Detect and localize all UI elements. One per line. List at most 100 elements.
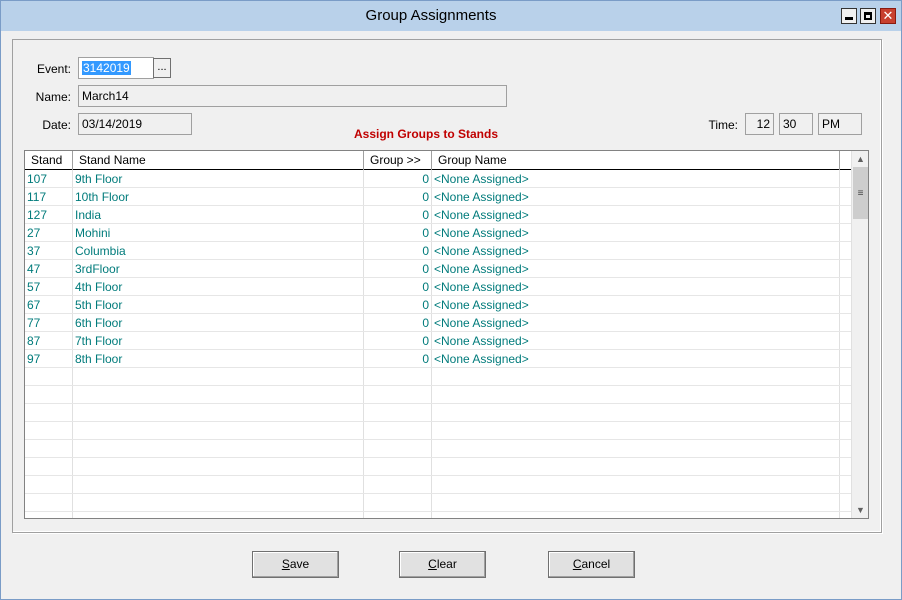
stand-cell: 107	[27, 172, 48, 186]
scroll-up-icon[interactable]: ▲	[852, 151, 868, 167]
table-row[interactable]: 97 8th Floor 0 <None Assigned>	[25, 350, 851, 368]
cancel-label: ancel	[581, 557, 611, 571]
table-row[interactable]: 27 Mohini 0 <None Assigned>	[25, 224, 851, 242]
group-cell: 0	[422, 226, 429, 240]
group-name-cell: <None Assigned>	[434, 316, 529, 330]
table-row	[25, 440, 851, 458]
minimize-icon	[845, 17, 853, 20]
group-cell: 0	[422, 298, 429, 312]
table-row[interactable]: 127 India 0 <None Assigned>	[25, 206, 851, 224]
name-label: Name:	[35, 90, 71, 104]
scroll-thumb[interactable]: ≡	[853, 167, 868, 219]
column-header-group-name[interactable]: Group Name	[432, 151, 840, 170]
stand-name-cell: 3rdFloor	[75, 262, 120, 276]
clear-button[interactable]: Clear	[399, 551, 486, 578]
stand-cell: 27	[27, 226, 41, 240]
table-row[interactable]: 87 7th Floor 0 <None Assigned>	[25, 332, 851, 350]
close-icon: ✕	[882, 8, 894, 23]
table-row[interactable]: 77 6th Floor 0 <None Assigned>	[25, 314, 851, 332]
stand-cell: 97	[27, 352, 41, 366]
table-row[interactable]: 67 5th Floor 0 <None Assigned>	[25, 296, 851, 314]
grid-header: Stand Stand Name Group >> Group Name	[25, 151, 851, 170]
minimize-button[interactable]	[841, 8, 857, 24]
group-name-cell: <None Assigned>	[434, 208, 529, 222]
table-row	[25, 422, 851, 440]
stand-name-cell: 10th Floor	[75, 190, 130, 204]
group-cell: 0	[422, 244, 429, 258]
stand-name-cell: 8th Floor	[75, 352, 123, 366]
stand-name-cell: Columbia	[75, 244, 126, 258]
stand-cell: 67	[27, 298, 41, 312]
group-name-cell: <None Assigned>	[434, 298, 529, 312]
time-ampm-field[interactable]: PM	[818, 113, 862, 135]
date-field[interactable]: 03/14/2019	[78, 113, 192, 135]
table-row[interactable]: 57 4th Floor 0 <None Assigned>	[25, 278, 851, 296]
group-name-cell: <None Assigned>	[434, 190, 529, 204]
date-label: Date:	[42, 118, 71, 132]
event-browse-button[interactable]: ...	[153, 58, 171, 78]
group-cell: 0	[422, 190, 429, 204]
table-row	[25, 368, 851, 386]
clear-label: lear	[436, 557, 457, 571]
vertical-scrollbar[interactable]: ▲ ≡ ▼	[851, 151, 868, 518]
stand-name-cell: 9th Floor	[75, 172, 123, 186]
stand-cell: 77	[27, 316, 41, 330]
table-row	[25, 458, 851, 476]
event-value: 3142019	[82, 61, 131, 75]
group-cell: 0	[422, 280, 429, 294]
assignments-grid[interactable]: Stand Stand Name Group >> Group Name 107…	[24, 150, 869, 519]
stand-name-cell: 5th Floor	[75, 298, 123, 312]
group-cell: 0	[422, 208, 429, 222]
name-field[interactable]: March14	[78, 85, 507, 107]
group-name-cell: <None Assigned>	[434, 334, 529, 348]
column-header-stand-name[interactable]: Stand Name	[73, 151, 364, 170]
column-header-stand[interactable]: Stand	[25, 151, 73, 170]
table-row	[25, 404, 851, 422]
group-cell: 0	[422, 262, 429, 276]
group-name-cell: <None Assigned>	[434, 352, 529, 366]
stand-cell: 117	[27, 190, 47, 204]
group-cell: 0	[422, 352, 429, 366]
table-row[interactable]: 47 3rdFloor 0 <None Assigned>	[25, 260, 851, 278]
group-cell: 0	[422, 316, 429, 330]
stand-name-cell: India	[75, 208, 102, 222]
time-label: Time:	[708, 118, 738, 132]
group-cell: 0	[422, 334, 429, 348]
group-name-cell: <None Assigned>	[434, 226, 529, 240]
table-row	[25, 386, 851, 404]
stand-cell: 47	[27, 262, 41, 276]
maximize-icon	[864, 12, 872, 20]
group-name-cell: <None Assigned>	[434, 262, 529, 276]
table-row[interactable]: 117 10th Floor 0 <None Assigned>	[25, 188, 851, 206]
grid-rows: 107 9th Floor 0 <None Assigned> 117 10th Floo…	[25, 170, 851, 512]
group-name-cell: <None Assigned>	[434, 280, 529, 294]
save-accel: S	[281, 557, 290, 571]
window-title: Group Assignments	[365, 7, 497, 24]
stand-cell: 37	[27, 244, 41, 258]
maximize-button[interactable]	[860, 8, 876, 24]
stand-cell: 127	[27, 208, 48, 222]
time-hour-field[interactable]: 12	[745, 113, 774, 135]
save-button[interactable]: Save	[252, 551, 339, 578]
cancel-button[interactable]: Cancel	[548, 551, 635, 578]
assign-groups-heading: Assign Groups to Stands	[353, 127, 498, 141]
stand-name-cell: Mohini	[75, 226, 111, 240]
event-field[interactable]: 3142019	[78, 57, 154, 79]
table-row	[25, 494, 851, 512]
stand-name-cell: 6th Floor	[75, 316, 123, 330]
group-name-cell: <None Assigned>	[434, 172, 529, 186]
event-label: Event:	[36, 62, 71, 76]
title-bar[interactable]: Group Assignments ✕	[1, 1, 901, 31]
table-row[interactable]: 37 Columbia 0 <None Assigned>	[25, 242, 851, 260]
group-assignments-window: Group Assignments ✕ Event: 3142019 ... N…	[0, 0, 902, 600]
table-row[interactable]: 107 9th Floor 0 <None Assigned>	[25, 170, 851, 188]
stand-cell: 57	[27, 280, 41, 294]
scroll-down-icon[interactable]: ▼	[852, 502, 868, 518]
close-button[interactable]: ✕	[880, 8, 896, 24]
clear-accel: C	[428, 557, 437, 571]
table-row	[25, 476, 851, 494]
group-name-cell: <None Assigned>	[434, 244, 529, 258]
stand-name-cell: 4th Floor	[75, 280, 123, 294]
column-header-group[interactable]: Group >>	[364, 151, 432, 170]
time-minute-field[interactable]: 30	[779, 113, 813, 135]
